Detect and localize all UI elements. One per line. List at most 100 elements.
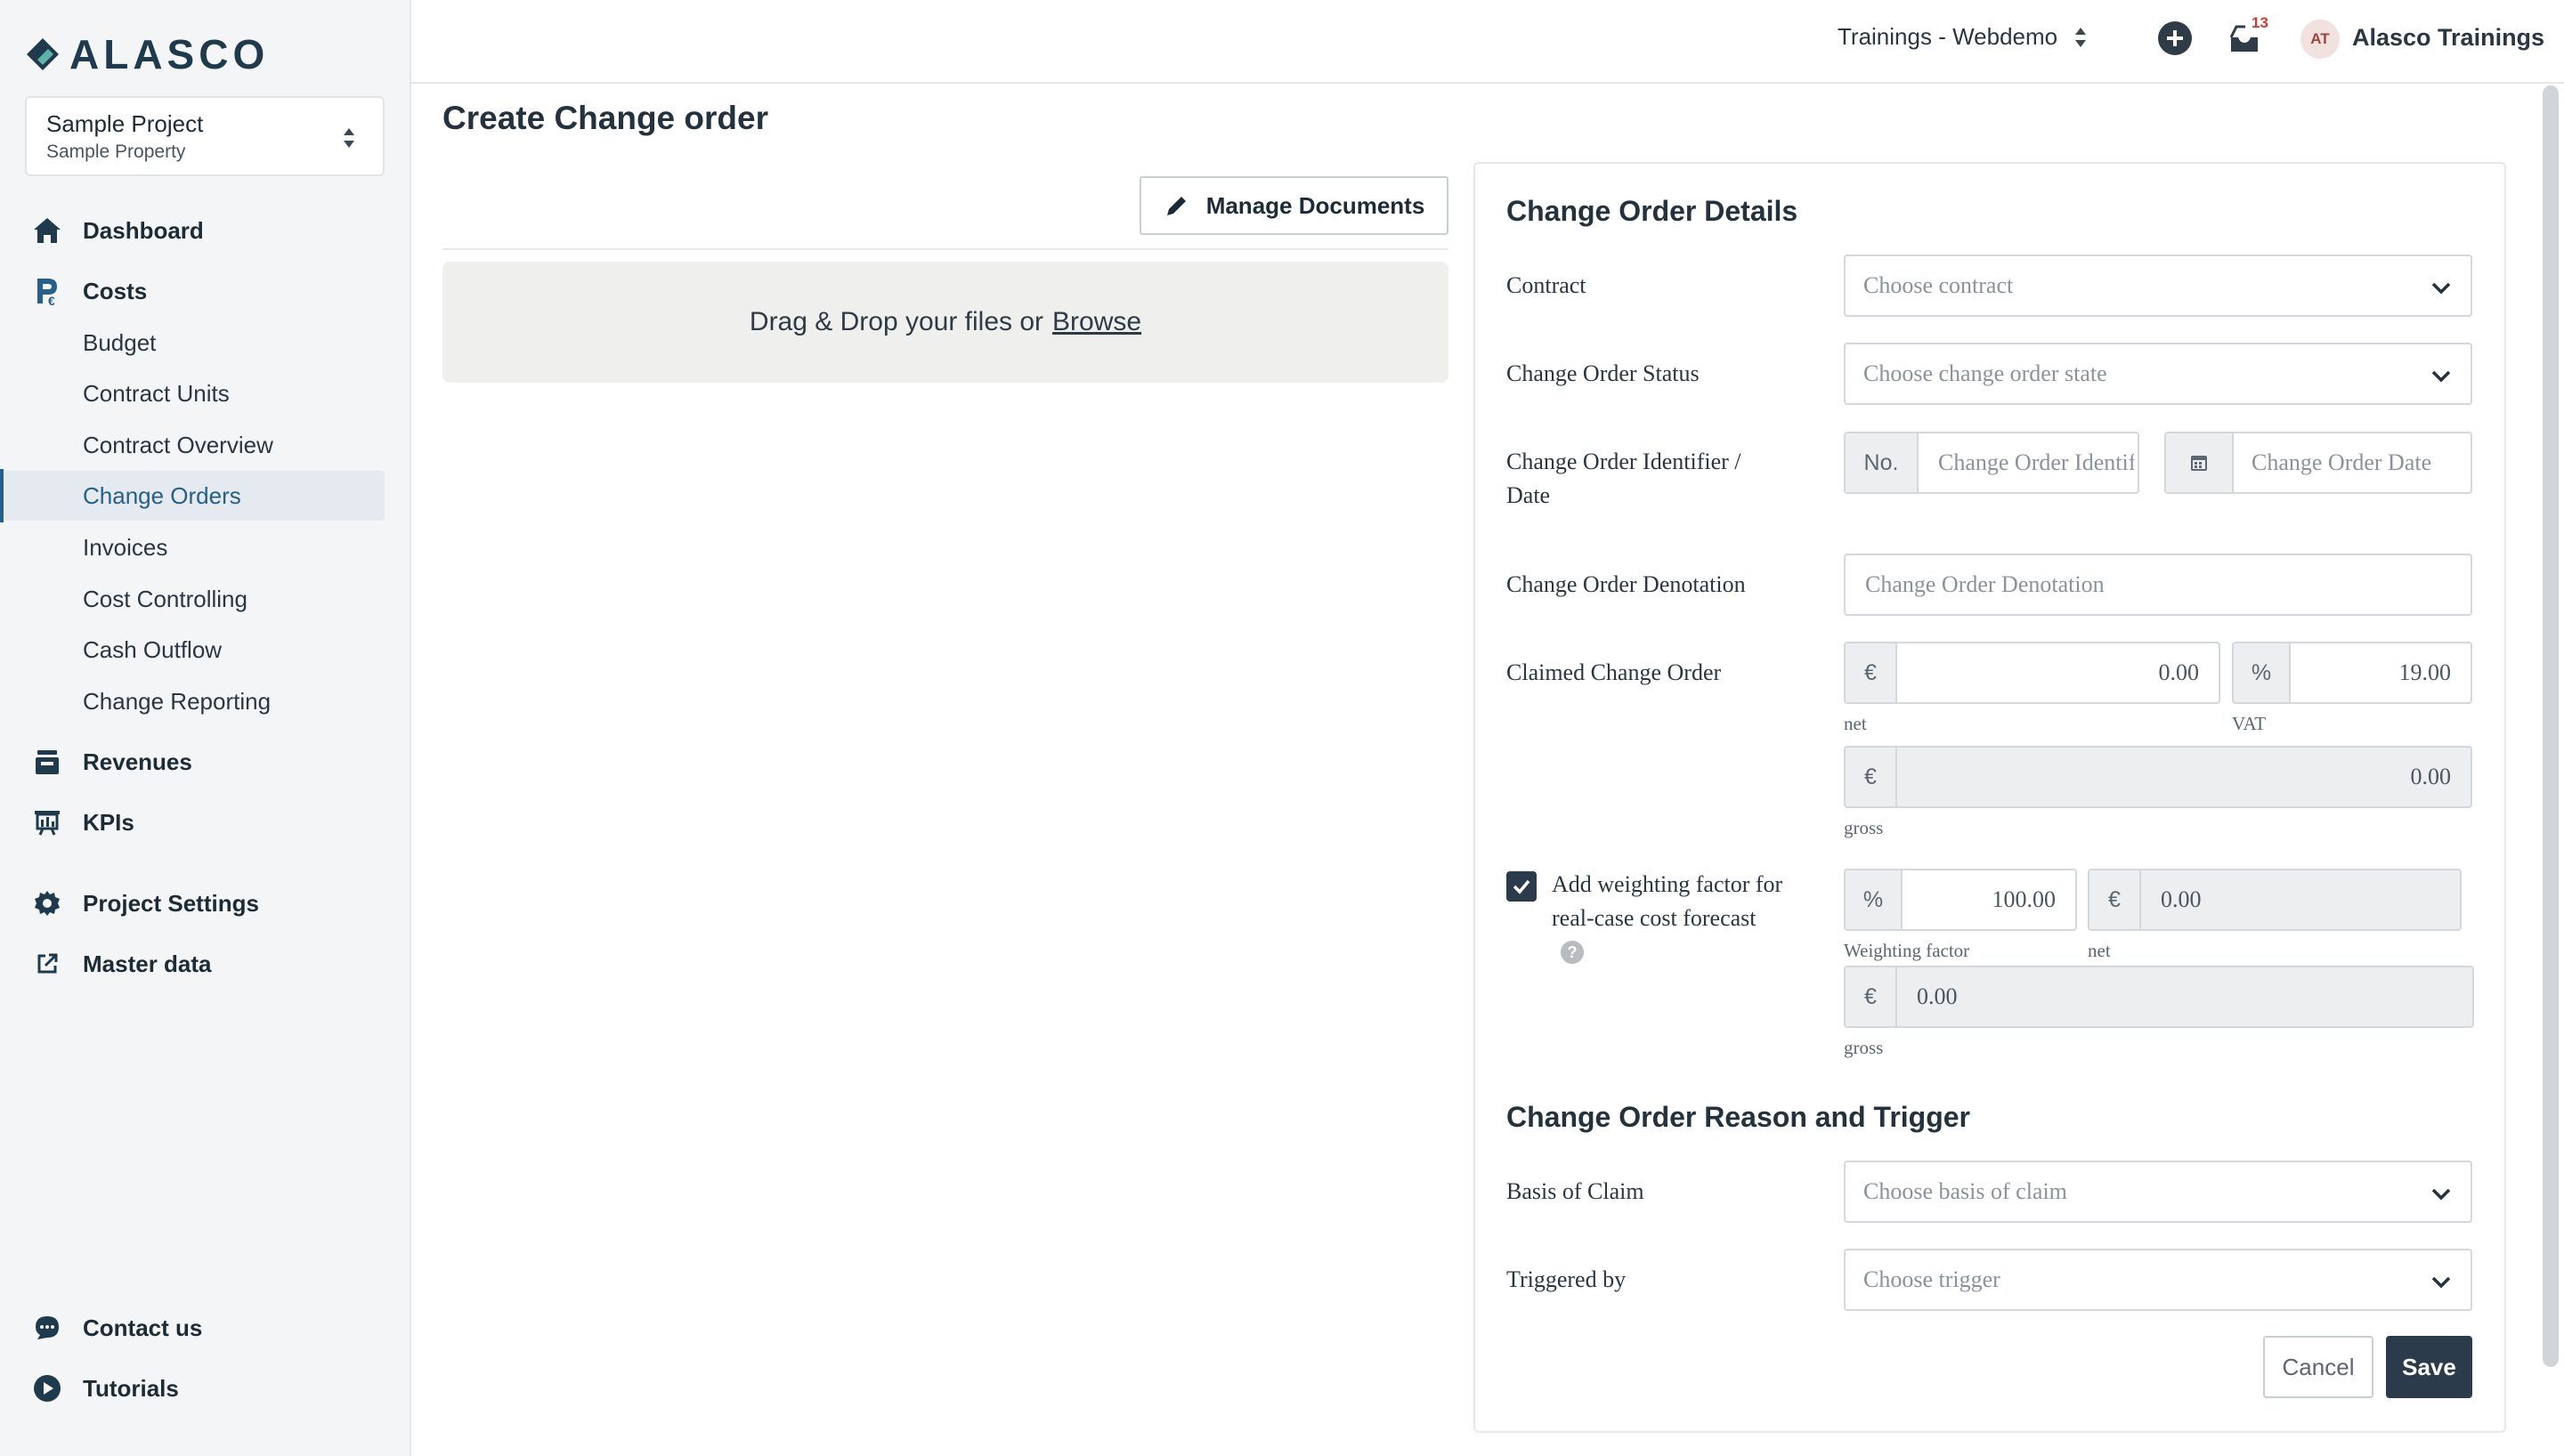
nav-cash-outflow[interactable]: Cash Outflow (0, 625, 411, 675)
sort-caret-icon (2075, 27, 2087, 47)
weighting-factor-value: 100.00 (1992, 886, 2057, 912)
nav-dashboard-label: Dashboard (83, 216, 204, 244)
net-amount-input[interactable]: € 0.00 (1844, 642, 2220, 704)
nav-contract-units-label: Contract Units (83, 380, 230, 407)
nav-cost-controlling[interactable]: Cost Controlling (0, 574, 411, 624)
browse-link[interactable]: Browse (1052, 307, 1141, 337)
vat-hint: VAT (2232, 713, 2267, 734)
currency-addon: € (2089, 870, 2141, 929)
nav-project-settings-label: Project Settings (83, 889, 259, 917)
dropzone-text: Drag & Drop your files or (749, 307, 1044, 336)
identifier-input[interactable]: No. Change Order Identifier (1844, 432, 2139, 494)
percent-addon: % (2234, 643, 2291, 702)
trigger-placeholder: Choose trigger (1863, 1266, 2000, 1292)
nav-invoices[interactable]: Invoices (0, 522, 411, 572)
nav-costs-label: Costs (83, 277, 148, 304)
chevron-down-icon (2431, 1188, 2451, 1201)
contract-placeholder: Choose contract (1863, 272, 2014, 298)
nav-budget[interactable]: Budget (0, 318, 411, 368)
denotation-input[interactable]: Change Order Denotation (1844, 554, 2472, 616)
nav-master-data[interactable]: Master data (0, 939, 411, 989)
weighting-checkbox[interactable] (1506, 871, 1537, 902)
weighted-net-input: € 0.00 (2088, 869, 2462, 931)
nav-change-reporting[interactable]: Change Reporting (0, 676, 411, 726)
manage-documents-button[interactable]: Manage Documents (1140, 176, 1448, 235)
nav-kpis[interactable]: KPIs (0, 797, 411, 847)
weighted-gross-input: € 0.00 (1844, 966, 2474, 1028)
gross-amount-value: 0.00 (2410, 764, 2452, 789)
chevron-down-icon (2431, 370, 2451, 383)
basis-placeholder: Choose basis of claim (1863, 1178, 2067, 1204)
nav-dashboard[interactable]: Dashboard (0, 206, 411, 255)
status-label: Change Order Status (1506, 360, 1700, 386)
net-hint: net (1844, 713, 1867, 734)
reason-section-title: Change Order Reason and Trigger (1506, 1101, 1970, 1133)
nav-contract-overview[interactable]: Contract Overview (0, 420, 411, 470)
save-button[interactable]: Save (2386, 1336, 2472, 1398)
basis-select[interactable]: Choose basis of claim (1844, 1161, 2472, 1223)
date-placeholder: Change Order Date (2252, 449, 2432, 475)
currency-addon: € (1846, 643, 1897, 702)
gear-icon (32, 888, 62, 918)
project-selector[interactable]: Sample Project Sample Property (25, 96, 385, 176)
chevron-down-icon (2431, 282, 2451, 295)
scrollbar[interactable] (2543, 85, 2559, 1367)
workspace-selector[interactable]: Trainings - Webdemo (1838, 23, 2088, 51)
logo[interactable]: ALASCO (25, 30, 269, 78)
nav-change-reporting-label: Change Reporting (83, 688, 272, 715)
nav-costs[interactable]: € Costs (0, 266, 411, 316)
nav-contract-units[interactable]: Contract Units (0, 368, 411, 418)
claimed-label: Claimed Change Order (1506, 659, 1722, 685)
date-input[interactable]: Change Order Date (2164, 432, 2472, 494)
weighted-gross-value: 0.00 (1917, 983, 1958, 1009)
nav-tutorials[interactable]: Tutorials (0, 1363, 411, 1413)
avatar[interactable]: AT (2300, 20, 2340, 59)
calendar-addon[interactable] (2166, 433, 2234, 492)
weighting-label-line-1: Add weighting factor for (1552, 871, 1783, 897)
nav-cash-outflow-label: Cash Outflow (83, 636, 223, 663)
nav-revenues[interactable]: Revenues (0, 737, 411, 787)
vat-input[interactable]: % 19.00 (2232, 642, 2472, 704)
cancel-button[interactable]: Cancel (2263, 1336, 2373, 1398)
divider (442, 248, 1448, 250)
play-icon (32, 1373, 62, 1403)
user-name[interactable]: Alasco Trainings (2352, 24, 2544, 52)
manage-documents-label: Manage Documents (1205, 191, 1425, 219)
currency-addon: € (1846, 748, 1897, 806)
file-dropzone[interactable]: Drag & Drop your files or Browse (442, 262, 1448, 383)
help-icon[interactable]: ? (1561, 941, 1584, 964)
nav-budget-label: Budget (83, 329, 157, 356)
identifier-label-line-2: Date (1506, 482, 1551, 508)
basis-label: Basis of Claim (1506, 1178, 1644, 1204)
nav-contact-label: Contact us (83, 1314, 203, 1341)
contract-select[interactable]: Choose contract (1844, 255, 2472, 317)
weighting-factor-hint: Weighting factor (1844, 940, 1970, 961)
add-button[interactable] (2158, 21, 2192, 55)
status-select[interactable]: Choose change order state (1844, 343, 2472, 405)
weighting-factor-input[interactable]: % 100.00 (1844, 869, 2077, 931)
page-title: Create Change order (442, 100, 768, 136)
kpi-chart-icon (32, 807, 62, 837)
vat-value: 19.00 (2398, 659, 2452, 685)
pencil-icon (1166, 197, 1186, 215)
nav-kpis-label: KPIs (83, 808, 134, 836)
status-placeholder: Choose change order state (1863, 360, 2107, 386)
details-section-title: Change Order Details (1506, 195, 1798, 227)
contract-label: Contract (1506, 272, 1586, 298)
gross-amount-input: € 0.00 (1844, 746, 2472, 808)
nav-contact[interactable]: Contact us (0, 1303, 411, 1353)
denotation-placeholder: Change Order Denotation (1865, 571, 2105, 597)
identifier-label-line-1: Change Order Identifier / (1506, 449, 1741, 474)
net-amount-value: 0.00 (2158, 659, 2200, 685)
gross-hint: gross (1844, 817, 1884, 838)
nav-change-orders[interactable]: Change Orders (4, 471, 385, 521)
denotation-label: Change Order Denotation (1506, 571, 1746, 597)
nav-project-settings[interactable]: Project Settings (0, 878, 411, 928)
trigger-select[interactable]: Choose trigger (1844, 1249, 2472, 1311)
sidebar: ALASCO Sample Project Sample Property Da… (0, 0, 411, 1456)
project-name: Sample Project (46, 110, 204, 137)
brand-name: ALASCO (69, 31, 270, 77)
percent-addon: % (1846, 870, 1903, 929)
plus-icon (2167, 30, 2183, 46)
nav-master-data-label: Master data (83, 950, 212, 977)
